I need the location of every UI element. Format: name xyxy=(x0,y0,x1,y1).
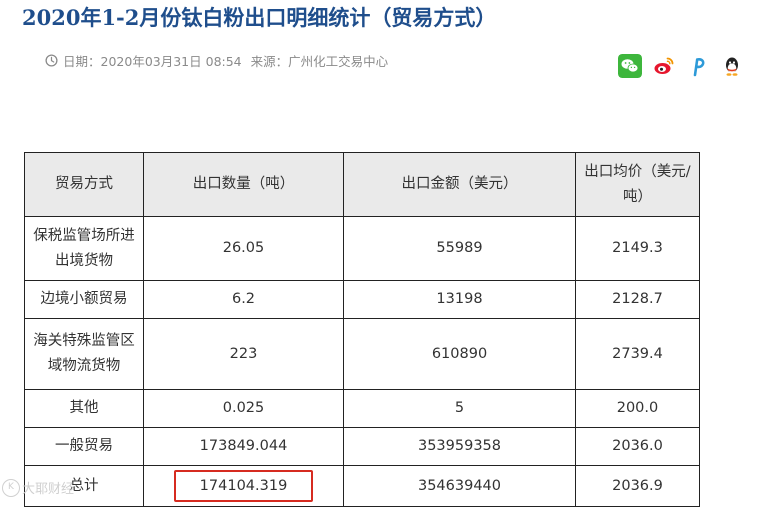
cell-trade-mode: 保税监管场所进出境货物 xyxy=(24,216,144,281)
share-bar xyxy=(618,54,744,78)
clock-icon xyxy=(45,54,58,67)
article-meta: 日期： 2020年03月31日 08:54 来源： 广州化工交易中心 xyxy=(45,51,388,70)
weibo-icon[interactable] xyxy=(652,54,676,78)
watermark: K 大耶财经 xyxy=(2,478,74,497)
watermark-logo-icon: K xyxy=(2,478,20,497)
date-label: 日期： xyxy=(63,54,101,69)
watermark-text: 大耶财经 xyxy=(22,482,75,497)
highlight-box: 174104.319 xyxy=(173,470,314,502)
wechat-icon[interactable] xyxy=(618,54,642,78)
qq-icon[interactable] xyxy=(720,54,744,78)
table-row-total: 总计 174104.319 354639440 2036.9 xyxy=(24,465,700,507)
cell-amount: 353959358 xyxy=(343,427,576,466)
date-value: 2020年03月31日 08:54 xyxy=(100,54,242,69)
cell-trade-mode: 海关特殊监管区域物流货物 xyxy=(24,318,144,390)
cell-avg-price: 2128.7 xyxy=(575,280,700,319)
cell-trade-mode: 边境小额贸易 xyxy=(24,280,144,319)
cell-amount: 55989 xyxy=(343,216,576,281)
col-header-avg-price: 出口均价（美元/吨） xyxy=(575,152,700,217)
cell-trade-mode: 一般贸易 xyxy=(24,427,144,466)
pinterest-icon[interactable] xyxy=(686,54,710,78)
cell-amount: 610890 xyxy=(343,318,576,390)
cell-avg-price: 2036.9 xyxy=(575,465,700,507)
table-row: 一般贸易 173849.044 353959358 2036.0 xyxy=(24,427,700,466)
cell-trade-mode: 其他 xyxy=(24,389,144,428)
col-header-quantity: 出口数量（吨） xyxy=(143,152,344,217)
table-header-row: 贸易方式 出口数量（吨） 出口金额（美元） 出口均价（美元/吨） xyxy=(24,152,700,217)
cell-avg-price: 2149.3 xyxy=(575,216,700,281)
col-header-amount: 出口金额（美元） xyxy=(343,152,576,217)
cell-amount: 13198 xyxy=(343,280,576,319)
source-label: 来源： xyxy=(250,54,289,69)
table-row: 海关特殊监管区域物流货物 223 610890 2739.4 xyxy=(24,318,700,390)
page-title: 2020年1-2月份钛白粉出口明细统计（贸易方式） xyxy=(22,5,497,30)
cell-quantity: 173849.044 xyxy=(143,427,344,466)
cell-quantity: 223 xyxy=(143,318,344,390)
cell-amount: 354639440 xyxy=(343,465,576,507)
cell-avg-price: 2036.0 xyxy=(575,427,700,466)
cell-avg-price: 200.0 xyxy=(575,389,700,428)
table-row: 边境小额贸易 6.2 13198 2128.7 xyxy=(24,280,700,319)
cell-quantity: 26.05 xyxy=(143,216,344,281)
cell-quantity: 0.025 xyxy=(143,389,344,428)
source-value: 广州化工交易中心 xyxy=(288,54,389,69)
table-row: 其他 0.025 5 200.0 xyxy=(24,389,700,428)
cell-avg-price: 2739.4 xyxy=(575,318,700,390)
cell-quantity-highlighted: 174104.319 xyxy=(143,465,344,507)
col-header-trade-mode: 贸易方式 xyxy=(24,152,144,217)
cell-quantity: 6.2 xyxy=(143,280,344,319)
cell-amount: 5 xyxy=(343,389,576,428)
export-table: 贸易方式 出口数量（吨） 出口金额（美元） 出口均价（美元/吨） 保税监管场所进… xyxy=(24,152,700,507)
table-row: 保税监管场所进出境货物 26.05 55989 2149.3 xyxy=(24,216,700,281)
